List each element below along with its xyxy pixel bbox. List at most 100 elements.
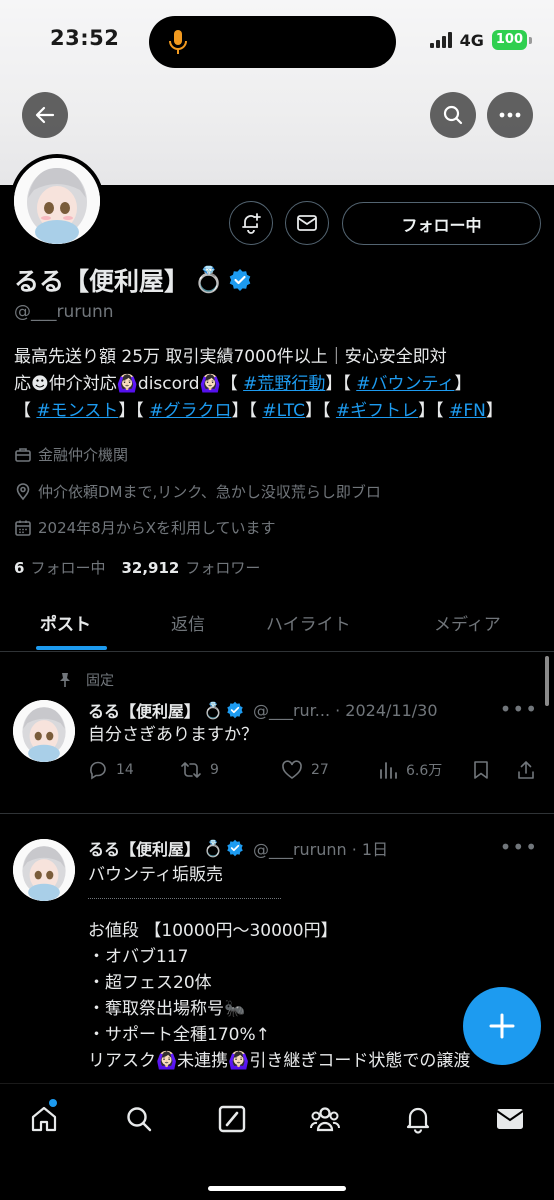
post-author-name[interactable]: るる【便利屋】 (88, 698, 200, 722)
home-icon (31, 1106, 57, 1132)
views-chart-icon (380, 762, 397, 779)
arrow-left-icon (35, 106, 55, 124)
bio-line-1: 最高先送り額 25万 取引実績7000件以上｜安心安全即対 (14, 347, 447, 367)
following-link[interactable]: 6 フォロー中 (14, 557, 105, 578)
nav-notifications[interactable] (401, 1102, 435, 1136)
pin-icon (60, 673, 70, 687)
profile-avatar[interactable] (10, 154, 104, 248)
bookmark-icon (474, 761, 488, 779)
ring-emoji: 💍 (203, 700, 223, 720)
tab-media[interactable]: メディア (434, 610, 501, 635)
person-emoji: 🙆🏻‍♀️ (116, 374, 138, 394)
views-button[interactable]: 6.6万 (378, 760, 442, 780)
tab-replies[interactable]: 返信 (171, 610, 205, 635)
post-avatar[interactable] (13, 700, 75, 762)
battery-level: 100 (491, 30, 527, 50)
battery-icon: 100 (491, 30, 532, 50)
scrollbar[interactable] (545, 656, 549, 706)
calendar-icon (15, 520, 31, 536)
display-name-text: るる【便利屋】 (14, 267, 190, 296)
notification-dot (49, 1099, 57, 1107)
profile-bio: 最高先送り額 25万 取引実績7000件以上｜安心安全即対 応☻仲介対応🙆🏻‍♀… (14, 344, 544, 425)
mail-icon (297, 215, 317, 231)
post-more-button[interactable]: ••• (500, 697, 538, 721)
post-author-name[interactable]: るる【便利屋】 (88, 836, 200, 860)
communities-icon (310, 1107, 340, 1132)
post-line: ・オバブ117 (88, 947, 189, 967)
bell-icon (406, 1107, 430, 1134)
avatar-illustration (14, 158, 100, 244)
post-header: るる【便利屋】 💍 @___rurunn · 1日 (88, 836, 388, 860)
share-button[interactable] (516, 760, 536, 780)
nav-communities[interactable] (308, 1102, 342, 1136)
search-button[interactable] (430, 92, 476, 138)
avatar-illustration (13, 700, 75, 762)
bio-line-3: 【 #モンスト】【 #グラクロ】【 #LTC】【 #ギフトレ】【 #FN】 (14, 401, 503, 421)
briefcase-icon (15, 447, 31, 462)
status-indicators: 4G 100 (429, 30, 532, 50)
avatar-illustration (13, 839, 75, 901)
bookmark-button[interactable] (472, 760, 490, 780)
active-tab-indicator (36, 646, 107, 650)
nav-home[interactable] (27, 1099, 61, 1136)
compose-button[interactable] (463, 987, 541, 1065)
post-text: 自分さぎありますか？ (88, 725, 258, 745)
hashtag-link[interactable]: #バウンティ (356, 374, 454, 394)
post-more-button[interactable]: ••• (500, 835, 538, 859)
search-icon (443, 105, 463, 125)
reply-button[interactable]: 14 (88, 760, 134, 780)
post-line: ・超フェス20体 (88, 973, 212, 993)
tab-highlights[interactable]: ハイライト (266, 610, 351, 635)
repost-icon (181, 762, 201, 778)
hashtag-link[interactable]: #LTC (262, 401, 305, 421)
nav-grok[interactable] (215, 1102, 249, 1136)
ring-emoji: 💍 (203, 838, 223, 858)
dotted-separator (88, 898, 281, 899)
repost-button[interactable]: 9 (180, 760, 219, 780)
profile-tabs: ポスト 返信 ハイライト メディア (0, 596, 554, 652)
plus-icon (489, 1013, 515, 1039)
network-type: 4G (459, 30, 484, 50)
reply-icon (90, 761, 106, 780)
following-button[interactable]: フォロー中 (342, 202, 541, 245)
profile-display-name: るる【便利屋】 💍 (14, 262, 252, 298)
like-button[interactable]: 27 (281, 760, 329, 780)
hashtag-link[interactable]: #モンスト (36, 401, 118, 421)
message-button[interactable] (285, 201, 329, 245)
hashtag-link[interactable]: #グラクロ (149, 401, 231, 421)
search-icon (127, 1107, 152, 1132)
profile-category: 金融仲介機関 (14, 444, 128, 465)
notify-button[interactable] (229, 201, 273, 245)
pinned-label: 固定 (58, 670, 114, 690)
verified-badge-icon (227, 701, 243, 719)
nav-search[interactable] (122, 1102, 156, 1136)
heart-icon (282, 760, 302, 779)
more-options-button[interactable] (487, 92, 533, 138)
hashtag-link[interactable]: #FN (449, 401, 486, 421)
tab-posts[interactable]: ポスト (40, 610, 91, 635)
more-dots-icon (499, 112, 521, 118)
mail-icon (496, 1109, 524, 1129)
grok-icon (218, 1105, 246, 1133)
hashtag-link[interactable]: #ギフトレ (336, 401, 418, 421)
status-time: 23:52 (50, 26, 120, 50)
hashtag-link[interactable]: #荒野行動 (243, 374, 325, 394)
post-actions: 14 9 27 6.6万 (88, 760, 540, 788)
post-line: お値段 【10000円〜30000円】 (88, 921, 338, 941)
back-button[interactable] (22, 92, 68, 138)
post-line: リアスク🙆🏻‍♀️未連携🙆🏻‍♀️引き継ぎコード状態での譲渡 (88, 1051, 471, 1071)
verified-badge-icon (227, 839, 243, 857)
microphone-icon (169, 30, 187, 54)
post-avatar[interactable] (13, 839, 75, 901)
profile-joined: 2024年8月からXを利用しています (14, 517, 276, 538)
home-indicator (208, 1186, 346, 1191)
profile-handle: @___rurunn (14, 302, 114, 322)
nav-messages[interactable] (493, 1102, 527, 1136)
followers-link[interactable]: 32,912 フォロワー (121, 557, 260, 578)
dynamic-island (149, 16, 396, 68)
ring-emoji: 💍 (193, 265, 225, 294)
post-handle-time: @___rurunn · 1日 (252, 840, 389, 859)
profile-location: 仲介依頼DMまで,リンク、急かし没収荒らし即ブロ (14, 481, 381, 502)
post-title: バウンティ垢販売 (88, 865, 223, 885)
post-header: るる【便利屋】 💍 @___rur... · 2024/11/30 (88, 698, 438, 722)
